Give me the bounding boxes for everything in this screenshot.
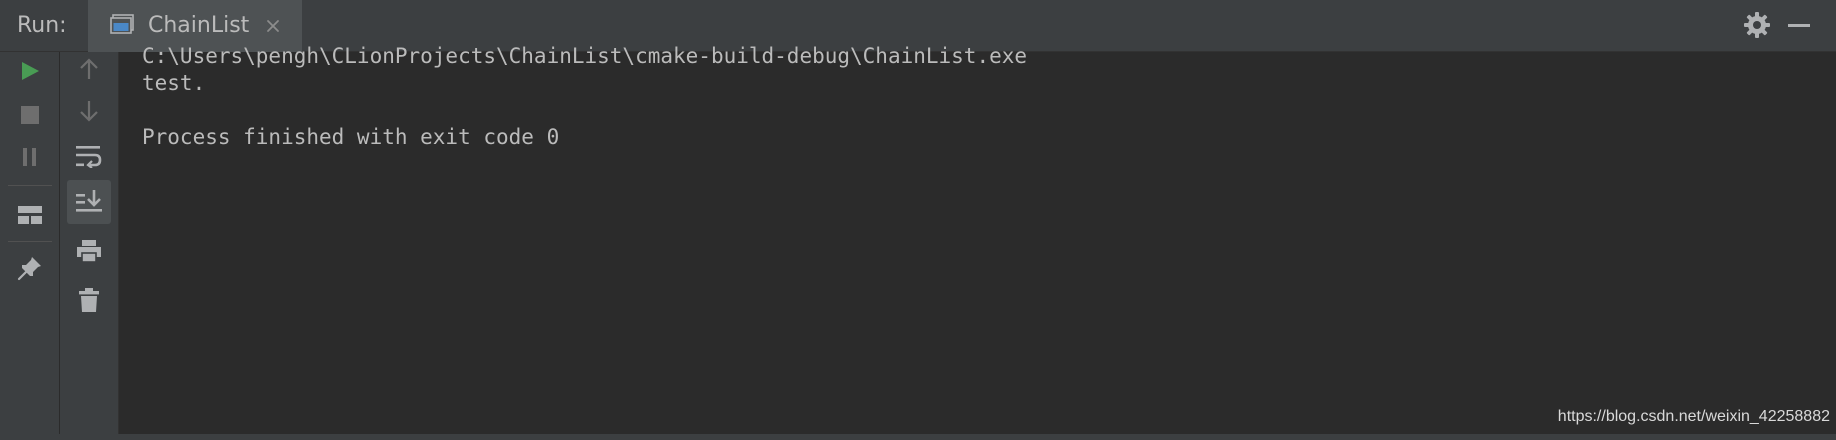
console-line: Process finished with exit code 0	[142, 125, 560, 149]
layout-button[interactable]	[8, 193, 52, 237]
print-button[interactable]	[67, 229, 111, 273]
tab-label: ChainList	[148, 13, 250, 38]
scroll-to-end-button[interactable]	[67, 180, 111, 224]
watermark-url: https://blog.csdn.net/weixin_42258882	[1557, 408, 1830, 425]
console-output[interactable]: C:\Users\pengh\CLionProjects\ChainList\c…	[120, 44, 1836, 434]
clear-all-button[interactable]	[67, 278, 111, 322]
scroll-to-end-icon	[76, 190, 102, 212]
print-icon	[77, 240, 101, 263]
run-primary-toolbar	[0, 52, 60, 440]
down-arrow-icon	[80, 101, 98, 122]
minimize-button[interactable]	[1788, 24, 1810, 27]
next-occurrence-button[interactable]	[67, 89, 111, 133]
rerun-icon	[22, 62, 39, 80]
stop-icon	[21, 106, 39, 124]
soft-wrap-button[interactable]	[67, 134, 111, 178]
layout-icon	[18, 206, 42, 224]
console-line: test.	[142, 71, 206, 95]
console-line: C:\Users\pengh\CLionProjects\ChainList\c…	[142, 44, 1028, 68]
run-tool-window: Run: ChainList C:\Users\pengh\CLionProje…	[0, 0, 1836, 440]
soft-wrap-icon	[76, 146, 102, 168]
pause-icon	[23, 148, 36, 166]
close-icon[interactable]	[264, 17, 282, 35]
toolbar-divider	[8, 241, 52, 242]
toolbar-divider	[8, 185, 52, 186]
stop-button[interactable]	[8, 93, 52, 137]
previous-occurrence-button[interactable]	[67, 47, 111, 91]
console-tab-icon	[110, 14, 134, 34]
pause-button[interactable]	[8, 135, 52, 179]
rerun-button[interactable]	[8, 49, 52, 93]
run-secondary-toolbar	[60, 52, 119, 440]
pin-button[interactable]	[8, 246, 52, 290]
gear-icon[interactable]	[1743, 11, 1771, 39]
trash-icon	[79, 288, 99, 312]
pin-icon	[17, 257, 41, 281]
up-arrow-icon	[80, 58, 98, 79]
run-label: Run:	[17, 13, 67, 38]
bottom-border	[0, 434, 1836, 440]
